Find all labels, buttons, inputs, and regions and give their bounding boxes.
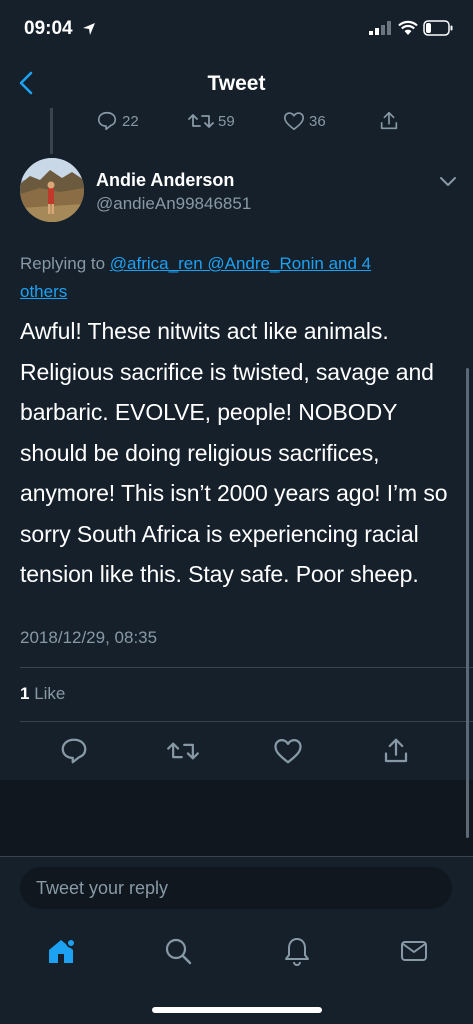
author-handle[interactable]: @andieAn99846851	[96, 194, 251, 214]
share-icon[interactable]	[381, 736, 411, 766]
previous-retweet-count: 59	[218, 112, 235, 130]
page-title: Tweet	[207, 72, 266, 95]
chevron-down-icon[interactable]	[438, 174, 458, 190]
home-indicator	[152, 1007, 322, 1013]
previous-share-button[interactable]	[378, 110, 400, 132]
tweet-timestamp: 2018/12/29, 08:35	[20, 628, 158, 647]
location-arrow-icon	[83, 23, 95, 35]
replying-to: Replying to @africa_ren @Andre_Ronin and…	[20, 250, 420, 306]
like-count: 1	[20, 684, 30, 703]
avatar-photo-icon	[20, 158, 84, 222]
home-icon[interactable]	[45, 935, 77, 967]
thread-line	[50, 108, 53, 154]
notifications-icon[interactable]	[281, 935, 313, 967]
previous-retweet-button[interactable]: 59	[188, 110, 235, 132]
retweet-icon[interactable]	[167, 736, 199, 766]
like-label: Like	[34, 684, 66, 703]
avatar[interactable]	[20, 158, 84, 222]
empty-replies-area	[0, 780, 473, 856]
reply-icon[interactable]	[59, 736, 89, 766]
status-time: 09:04	[24, 18, 73, 39]
previous-tweet-actions: 22 59 36	[96, 110, 416, 134]
scrollbar[interactable]	[466, 368, 469, 838]
retweet-icon	[188, 114, 214, 128]
share-icon	[380, 111, 398, 130]
previous-reply-count: 22	[122, 112, 139, 130]
divider	[20, 721, 473, 722]
battery-icon	[423, 20, 453, 36]
signal-icon	[369, 21, 391, 35]
wifi-icon	[398, 20, 418, 35]
search-icon[interactable]	[162, 935, 194, 967]
replying-prefix: Replying to	[20, 254, 106, 273]
status-bar: 09:04	[0, 0, 473, 58]
divider	[20, 667, 473, 668]
likes-count-link[interactable]: 1 Like	[20, 684, 65, 704]
heart-icon	[284, 112, 304, 131]
nav-bar: Tweet	[0, 58, 473, 108]
previous-like-count: 36	[309, 112, 326, 130]
previous-like-button[interactable]: 36	[283, 110, 326, 132]
heart-icon[interactable]	[273, 736, 303, 766]
messages-icon[interactable]	[398, 935, 430, 967]
tweet-actions	[0, 734, 473, 768]
bottom-bar	[0, 856, 473, 1024]
reply-icon	[97, 111, 117, 131]
reply-input[interactable]	[20, 867, 452, 909]
tweet-text: Awful! These nitwits act like animals. R…	[20, 318, 448, 587]
previous-reply-button[interactable]: 22	[96, 110, 139, 132]
author-name[interactable]: Andie Anderson	[96, 170, 234, 191]
